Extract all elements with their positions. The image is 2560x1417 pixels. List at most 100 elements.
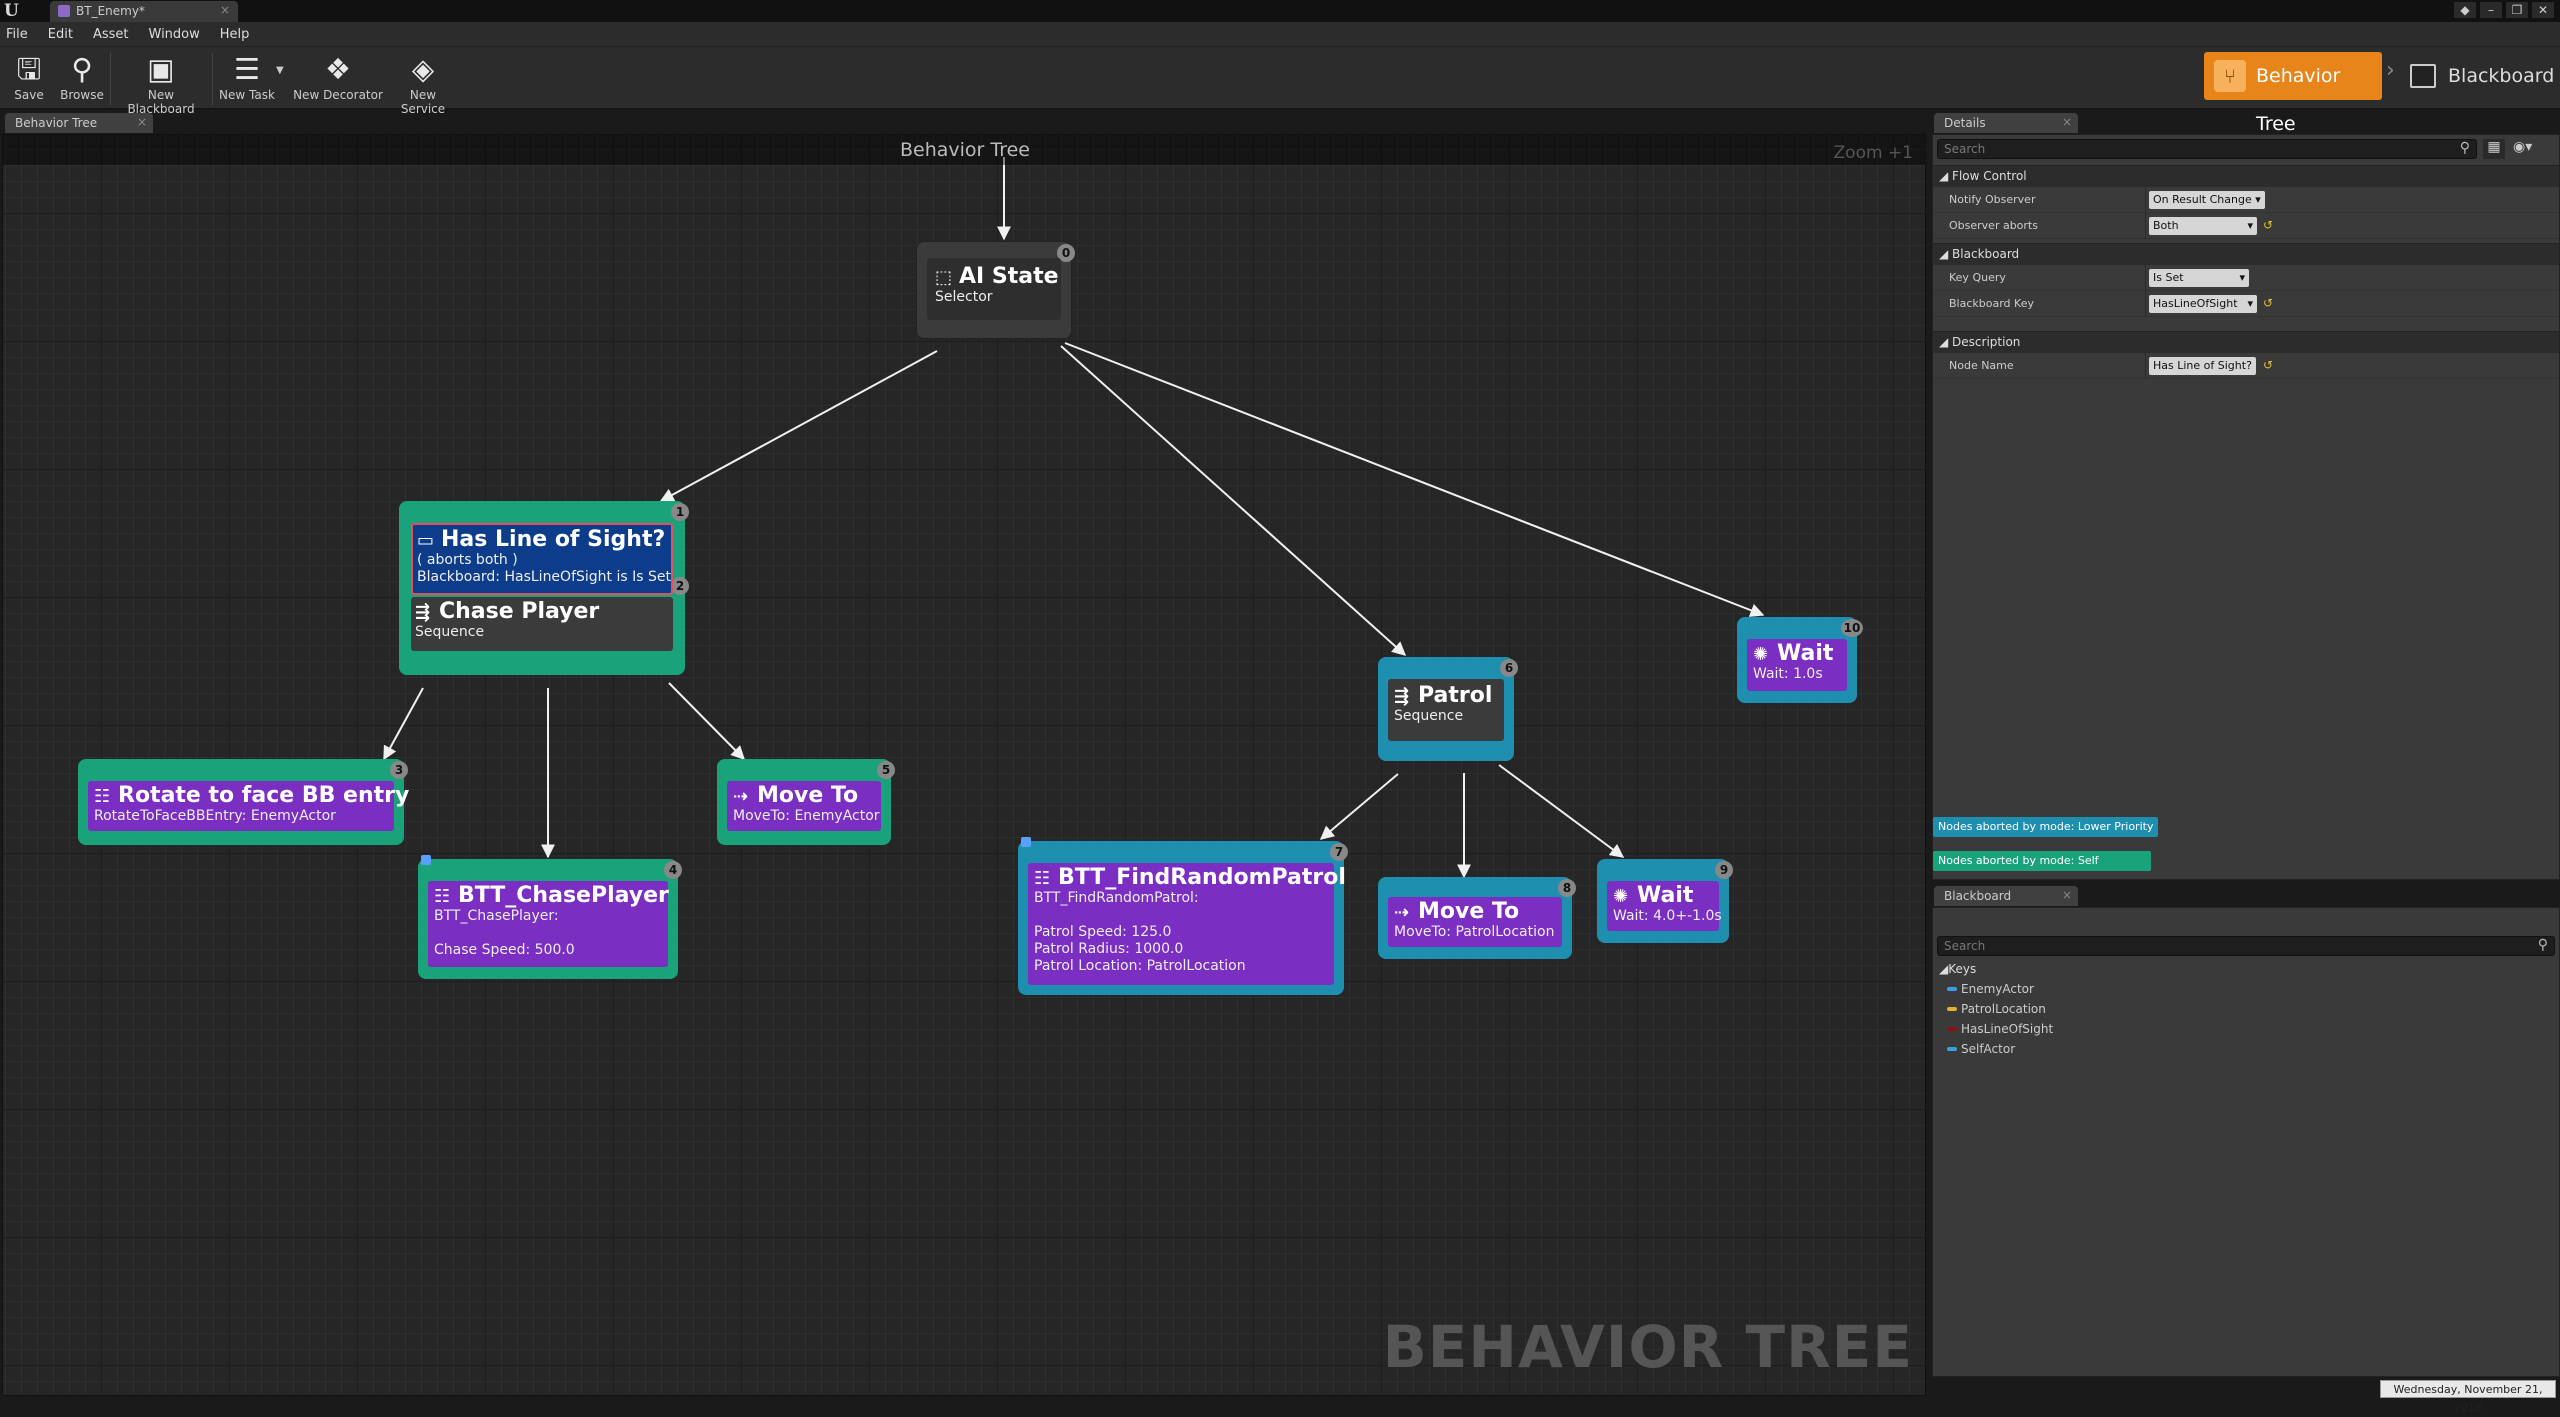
blackboard-key-value: HasLineOfSight	[2153, 297, 2238, 310]
edge-ai-state-chase	[659, 350, 938, 502]
prop-observer-aborts: Observer aborts Both ▾ ↺	[1933, 213, 2559, 239]
node-wait-main-title-text: Wait	[1777, 641, 1834, 666]
node-chase-player-title: ⇶ Chase Player	[415, 599, 669, 624]
prop-notify-observer-label: Notify Observer	[1949, 193, 2036, 206]
prop-blackboard-key: Blackboard Key HasLineOfSight ▾ ↺	[1933, 291, 2559, 317]
node-ai-state[interactable]: 0 ⬚ AI State Selector	[916, 241, 1075, 339]
new-task-button[interactable]: ☰ New Task	[216, 50, 278, 108]
new-decorator-button[interactable]: ❖ New Decorator	[292, 50, 384, 108]
keys-category-label: Keys	[1948, 962, 1977, 976]
node-chase-player[interactable]: 1 2 ▭ Has Line of Sight? ( aborts both ) …	[399, 501, 689, 675]
node-chase-player-subtitle: Sequence	[415, 624, 485, 640]
node-find-random-patrol[interactable]: 7 ☷ BTT_FindRandomPatrol BTT_FindRandomPa…	[1018, 837, 1348, 995]
decorator-has-line-of-sight[interactable]: ▭ Has Line of Sight? ( aborts both ) Blac…	[411, 523, 673, 595]
toolbar-divider	[110, 53, 111, 105]
node-rotate[interactable]: 3 ☷ Rotate to face BB entry RotateToFaceB…	[78, 759, 409, 845]
prop-divider	[2145, 265, 2146, 291]
blackboard-mode-button[interactable]: Blackboard	[2404, 52, 2554, 100]
new-task-dropdown-icon[interactable]: ▼	[276, 65, 284, 76]
notify-observer-value: On Result Change	[2153, 193, 2252, 206]
category-description[interactable]: ◢ Description	[1933, 331, 2559, 353]
node-wait-main[interactable]: 10 ✺ Wait Wait: 1.0s	[1737, 617, 1863, 703]
behavior-tree-icon: ⑂	[2214, 60, 2246, 92]
node-find-patrol-title-text: BTT_FindRandomPatrol	[1058, 865, 1346, 890]
graph-tab[interactable]: Behavior Tree ×	[5, 113, 153, 133]
node-move-to-patrol[interactable]: 8 ⇢ Move To MoveTo: PatrolLocation	[1378, 877, 1576, 959]
close-icon[interactable]: ×	[220, 3, 230, 17]
unreal-logo-icon: U	[4, 1, 19, 21]
feedback-icon[interactable]: ◆	[2454, 2, 2476, 18]
notify-observer-dropdown[interactable]: On Result Change ▾	[2149, 191, 2265, 209]
blackboard-decorator-icon: ▭	[417, 530, 435, 551]
reset-to-default-icon[interactable]: ↺	[2263, 296, 2273, 310]
menu-file[interactable]: File	[6, 27, 28, 42]
prop-node-name: Node Name Has Line of Sight? ↺	[1933, 353, 2559, 379]
bb-key-self-actor[interactable]: SelfActor	[1947, 1042, 2015, 1056]
new-blackboard-button[interactable]: ▣ New Blackboard	[114, 50, 208, 116]
menu-help[interactable]: Help	[220, 27, 250, 42]
menu-edit[interactable]: Edit	[48, 27, 73, 42]
node-move-to-patrol-title: ⇢ Move To	[1394, 899, 1556, 924]
save-button[interactable]: 🖫 Save	[8, 50, 50, 108]
new-service-icon: ◈	[411, 52, 435, 86]
minimize-icon[interactable]: –	[2480, 2, 2502, 18]
node-index-badge: 1	[671, 503, 689, 521]
browse-label: Browse	[60, 88, 104, 102]
node-patrol-title-text: Patrol	[1418, 683, 1493, 708]
eye-icon[interactable]: ◉▾	[2513, 139, 2553, 159]
node-btt-chase-player[interactable]: 4 ☷ BTT_ChasePlayer BTT_ChasePlayer: Chas…	[418, 855, 682, 979]
node-rotate-subtitle: RotateToFaceBBEntry: EnemyActor	[94, 808, 336, 824]
wait-icon: ✺	[1613, 886, 1629, 907]
node-move-to-enemy[interactable]: 5 ⇢ Move To MoveTo: EnemyActor	[717, 759, 895, 845]
document-tab[interactable]: BT_Enemy* ×	[50, 1, 238, 22]
search-icon: ⚲	[2459, 140, 2470, 156]
category-blackboard[interactable]: ◢ Blackboard	[1933, 243, 2559, 265]
node-wait-patrol[interactable]: 9 ✺ Wait Wait: 4.0+-1.0s	[1597, 859, 1733, 943]
node-name-input[interactable]: Has Line of Sight?	[2149, 357, 2256, 375]
category-flow-control-label: Flow Control	[1952, 169, 2027, 183]
graph-canvas[interactable]: Behavior Tree Zoom +1 BEHAVIOR TREE 0 ⬚ A…	[2, 134, 1926, 1396]
key-query-dropdown[interactable]: Is Set ▾	[2149, 269, 2249, 287]
details-search-input[interactable]: Search ⚲	[1937, 139, 2477, 159]
edge-patrol-wait	[1498, 764, 1625, 858]
bb-key-label: PatrolLocation	[1961, 1002, 2046, 1016]
keys-category[interactable]: ◢Keys	[1939, 962, 1976, 976]
bb-key-patrol-location[interactable]: PatrolLocation	[1947, 1002, 2046, 1016]
maximize-icon[interactable]: ❐	[2506, 2, 2528, 18]
sequence-icon: ⇶	[1394, 686, 1410, 707]
save-label: Save	[14, 88, 44, 102]
close-icon[interactable]: ×	[137, 115, 147, 129]
bb-key-has-line-of-sight[interactable]: HasLineOfSight	[1947, 1022, 2053, 1036]
close-icon[interactable]: ×	[2062, 888, 2072, 902]
move-to-icon: ⇢	[733, 786, 749, 807]
node-wait-patrol-title-text: Wait	[1637, 883, 1694, 908]
bb-key-enemy-actor[interactable]: EnemyActor	[1947, 982, 2034, 996]
browse-button[interactable]: ⚲ Browse	[58, 50, 106, 108]
behavior-tree-mode-button[interactable]: ⑂ Behavior Tree	[2204, 52, 2382, 135]
node-patrol[interactable]: 6 ⇶ Patrol Sequence	[1378, 657, 1518, 761]
details-tab[interactable]: Details ×	[1934, 113, 2078, 133]
close-window-icon[interactable]: ✕	[2532, 2, 2554, 18]
graph-watermark: BEHAVIOR TREE	[1382, 1313, 1913, 1381]
blackboard-tab[interactable]: Blackboard ×	[1934, 886, 2078, 906]
grid-view-icon[interactable]: ▦	[2483, 139, 2505, 159]
menu-asset[interactable]: Asset	[93, 27, 129, 42]
new-service-button[interactable]: ◈ New Service	[386, 50, 460, 116]
menu-window[interactable]: Window	[149, 27, 200, 42]
node-btt-chase-title: ☷ BTT_ChasePlayer	[434, 883, 669, 908]
prop-key-query-label: Key Query	[1949, 271, 2006, 284]
edge-chase-rotate	[383, 687, 424, 761]
node-move-to-enemy-title: ⇢ Move To	[733, 783, 875, 808]
blackboard-search-input[interactable]: Search ⚲	[1937, 936, 2555, 956]
node-wait-patrol-body: ✺ Wait Wait: 4.0+-1.0s	[1607, 881, 1722, 931]
node-wait-main-body: ✺ Wait Wait: 1.0s	[1747, 639, 1847, 691]
prop-notify-observer: Notify Observer On Result Change ▾	[1933, 187, 2559, 213]
observer-aborts-dropdown[interactable]: Both ▾	[2149, 217, 2257, 235]
prop-divider	[2145, 291, 2146, 317]
blackboard-key-dropdown[interactable]: HasLineOfSight ▾	[2149, 295, 2257, 313]
category-flow-control[interactable]: ◢ Flow Control	[1933, 165, 2559, 187]
reset-to-default-icon[interactable]: ↺	[2263, 218, 2273, 232]
close-icon[interactable]: ×	[2062, 115, 2072, 129]
reset-to-default-icon[interactable]: ↺	[2263, 358, 2273, 372]
edge-ai-state-wait	[1064, 342, 1765, 617]
